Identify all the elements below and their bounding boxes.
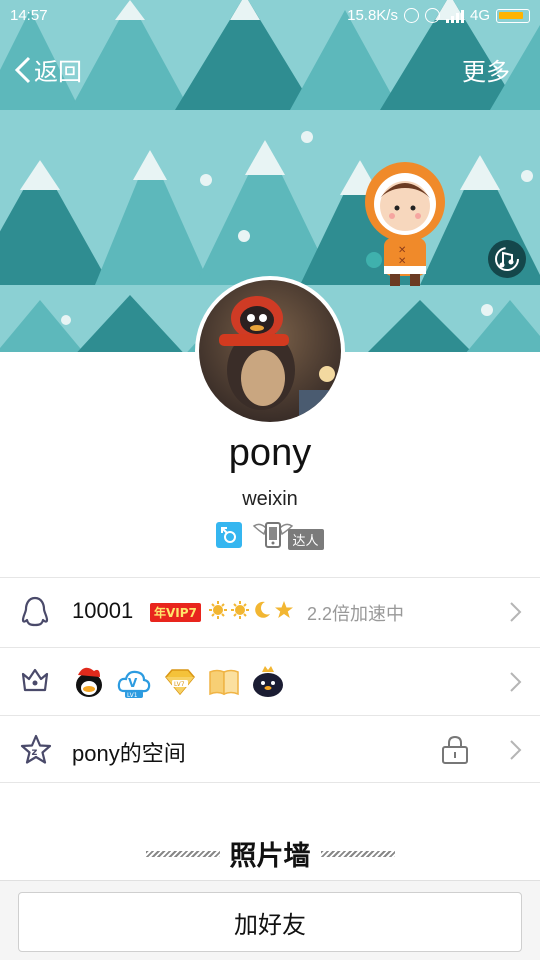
photo-wall-heading: 照片墙 bbox=[0, 834, 540, 873]
svg-text:✕: ✕ bbox=[398, 256, 406, 267]
bottom-action-bar: 加好友 bbox=[0, 880, 540, 960]
svg-text:LV7: LV7 bbox=[174, 681, 185, 688]
status-indicators: 15.8K/s 4G bbox=[347, 7, 530, 24]
photo-wall-title: 照片墙 bbox=[229, 841, 311, 871]
vip-cloud-medal-icon[interactable]: V LV1 bbox=[116, 665, 152, 699]
penguin-outline-icon bbox=[21, 596, 49, 627]
subname: weixin bbox=[242, 488, 298, 510]
svg-text:✕: ✕ bbox=[398, 245, 406, 256]
status-bar: 14:57 15.8K/s 4G bbox=[0, 0, 540, 32]
qq-number: 10001 bbox=[72, 598, 134, 623]
qzone-label: pony的空间 bbox=[72, 741, 186, 766]
battery-icon bbox=[496, 8, 530, 23]
more-button[interactable]: 更多 bbox=[462, 52, 510, 87]
network-type: 4G bbox=[469, 7, 490, 24]
sun-icon bbox=[231, 601, 249, 619]
back-label: 返回 bbox=[34, 59, 82, 86]
book-medal-icon[interactable] bbox=[208, 667, 240, 697]
moon-icon bbox=[255, 601, 270, 618]
hatch-divider-right bbox=[320, 850, 395, 857]
chevron-right-icon bbox=[510, 672, 522, 692]
crown-outline-icon bbox=[21, 668, 49, 692]
speed-up-text: 2.2倍加速中 bbox=[307, 604, 405, 624]
medal-list: V LV1 LV7 bbox=[72, 664, 286, 700]
svg-text:z: z bbox=[32, 747, 38, 758]
sun-icon bbox=[209, 601, 227, 619]
star-outline-icon: z bbox=[20, 734, 52, 764]
top-nav: 返回 更多 bbox=[0, 44, 540, 90]
qq-level-icons bbox=[208, 599, 294, 621]
vip-level-tag: 年VIP7 bbox=[150, 603, 201, 622]
avatar[interactable] bbox=[195, 276, 345, 426]
lock-icon bbox=[442, 735, 468, 764]
chevron-left-icon bbox=[14, 56, 31, 83]
eskimo-kid-illustration: ✕ ✕ bbox=[365, 162, 445, 286]
badge-row: 达人 bbox=[0, 520, 540, 550]
add-friend-button[interactable]: 加好友 bbox=[18, 892, 522, 952]
sync-icon bbox=[403, 8, 419, 23]
nickname: pony bbox=[228, 432, 312, 474]
alarm-icon bbox=[424, 8, 440, 23]
star-icon bbox=[275, 601, 293, 618]
status-time: 14:57 bbox=[10, 7, 48, 24]
male-icon bbox=[221, 527, 237, 543]
chevron-right-icon bbox=[510, 602, 522, 622]
mobile-daren-badge[interactable]: 达人 bbox=[252, 520, 324, 550]
penguin-avatar-image bbox=[199, 280, 341, 422]
svg-text:V: V bbox=[128, 676, 138, 690]
qq-penguin-medal-icon[interactable] bbox=[72, 665, 106, 699]
network-speed: 15.8K/s bbox=[347, 7, 398, 24]
music-button[interactable] bbox=[488, 240, 526, 278]
hatch-divider-left bbox=[145, 850, 220, 857]
crowned-penguin-medal-icon[interactable] bbox=[250, 664, 286, 700]
male-gender-badge[interactable] bbox=[216, 522, 243, 548]
daren-label: 达人 bbox=[288, 528, 324, 550]
chevron-right-icon bbox=[510, 740, 522, 760]
music-note-icon bbox=[495, 247, 519, 271]
signal-icon bbox=[445, 9, 464, 23]
lv7-diamond-medal-icon[interactable]: LV7 bbox=[162, 667, 198, 697]
back-button[interactable]: 返回 bbox=[14, 52, 82, 87]
svg-text:LV1: LV1 bbox=[127, 692, 138, 699]
